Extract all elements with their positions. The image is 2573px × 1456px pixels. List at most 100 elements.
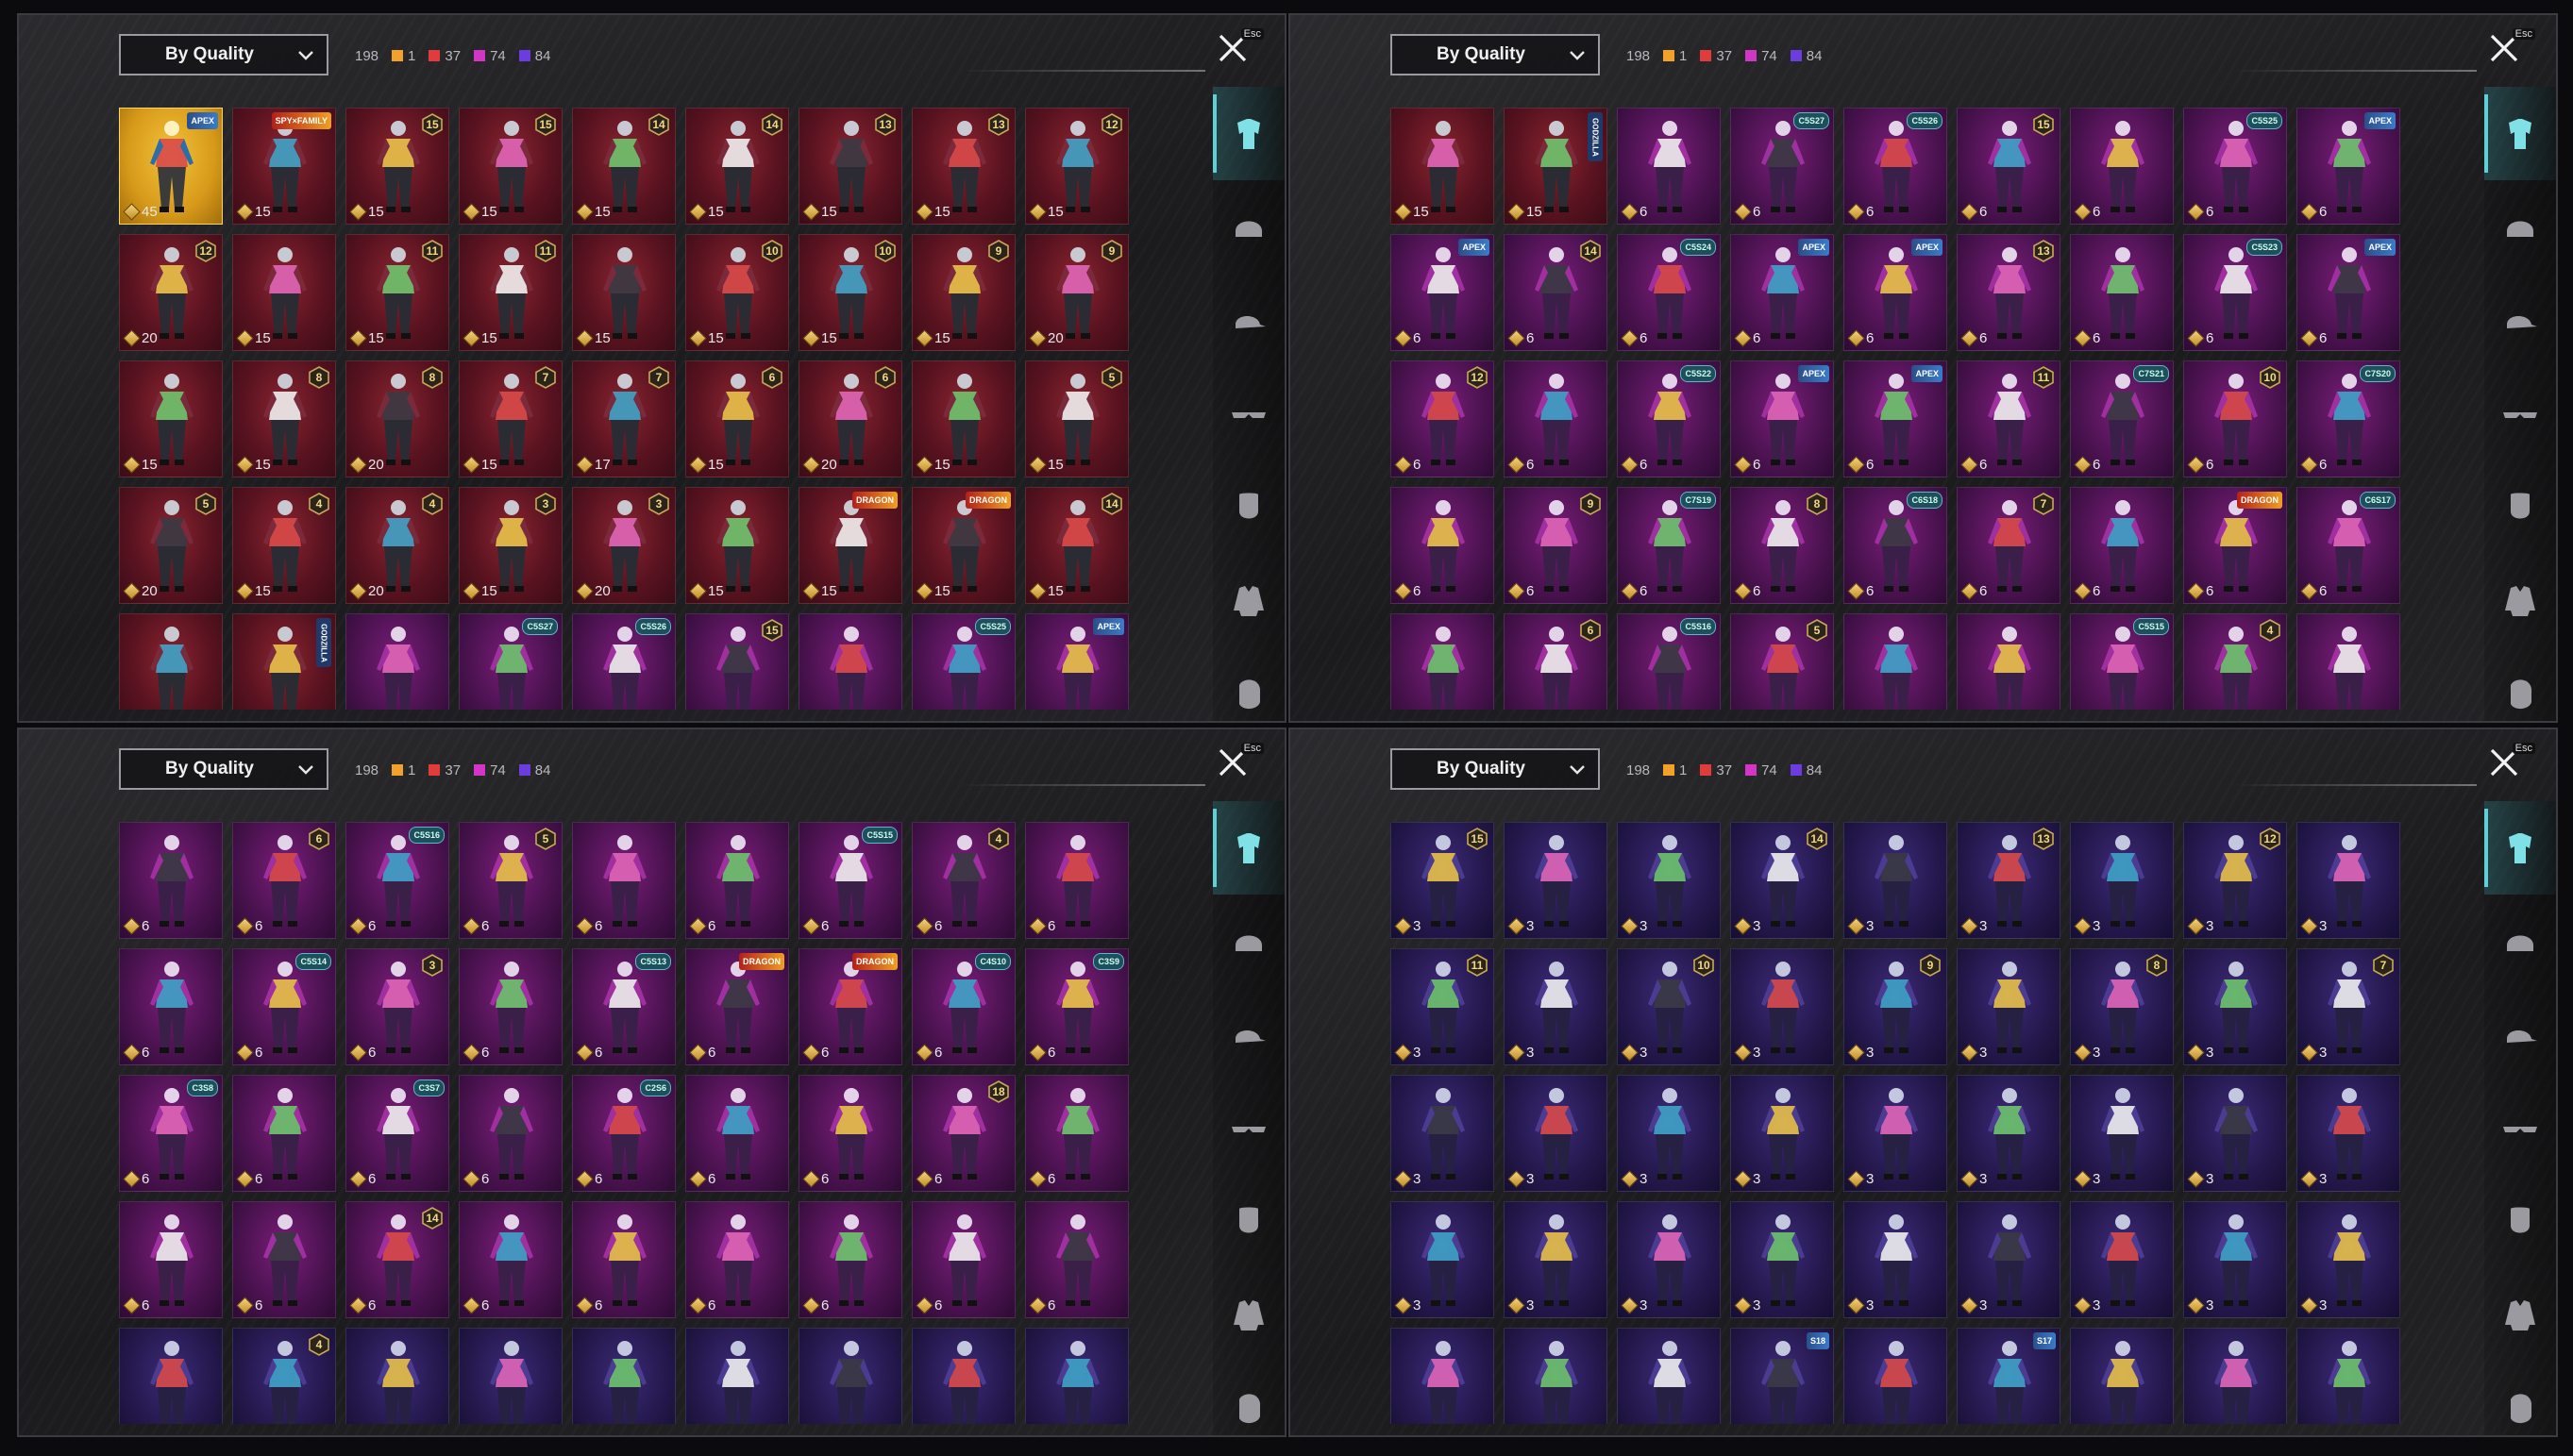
outfit-tile[interactable]: 15 3 bbox=[1390, 822, 1494, 939]
category-face[interactable] bbox=[2484, 647, 2556, 721]
outfit-tile[interactable] bbox=[1957, 613, 2060, 710]
category-outfit[interactable] bbox=[2484, 87, 2556, 180]
outfit-tile[interactable]: C7S20 6 bbox=[2296, 360, 2400, 477]
outfit-tile[interactable]: GODZILLA 15 bbox=[1504, 108, 1607, 225]
outfit-tile[interactable]: 76 bbox=[1957, 487, 2060, 604]
outfit-tile[interactable]: 13 3 bbox=[1957, 822, 2060, 939]
outfit-tile[interactable]: 6 bbox=[685, 1075, 789, 1192]
category-helmet[interactable] bbox=[2484, 895, 2556, 988]
outfit-tile[interactable]: 15 bbox=[119, 360, 223, 477]
outfit-tile[interactable]: 6 bbox=[912, 1201, 1016, 1318]
outfit-tile[interactable]: C5S22 6 bbox=[1617, 360, 1721, 477]
outfit-tile[interactable]: C6S17 6 bbox=[2296, 487, 2400, 604]
outfit-tile[interactable]: 12 3 bbox=[2183, 822, 2287, 939]
outfit-tile[interactable]: 6 bbox=[1504, 613, 1607, 710]
outfit-tile[interactable] bbox=[345, 1328, 449, 1424]
outfit-tile[interactable]: 3 15 bbox=[459, 487, 563, 604]
outfit-tile[interactable]: C5S16 6 bbox=[345, 822, 449, 939]
outfit-tile[interactable]: 6 bbox=[2070, 487, 2174, 604]
outfit-tile[interactable]: 3 bbox=[1957, 1075, 2060, 1192]
outfit-tile[interactable]: 9 20 bbox=[1025, 234, 1129, 351]
outfit-tile[interactable]: 15 bbox=[685, 613, 789, 710]
category-mask[interactable] bbox=[1213, 1175, 1285, 1268]
outfit-tile[interactable]: 3 bbox=[1843, 1075, 1947, 1192]
category-face[interactable] bbox=[1213, 647, 1285, 721]
category-helmet[interactable] bbox=[2484, 180, 2556, 274]
outfit-tile[interactable]: 3 bbox=[1730, 948, 1834, 1065]
outfit-tile[interactable]: 18 6 bbox=[912, 1075, 1016, 1192]
outfit-tile[interactable]: 6 bbox=[459, 1201, 563, 1318]
outfit-tile[interactable] bbox=[1504, 1328, 1607, 1424]
outfit-tile[interactable]: 6 bbox=[119, 1201, 223, 1318]
outfit-tile[interactable]: 6 20 bbox=[799, 360, 902, 477]
outfit-tile[interactable]: 86 bbox=[1730, 487, 1834, 604]
outfit-tile[interactable]: C3S9 6 bbox=[1025, 948, 1129, 1065]
outfit-tile[interactable]: 93 bbox=[1843, 948, 1947, 1065]
outfit-tile[interactable]: 6 15 bbox=[685, 360, 789, 477]
outfit-tile[interactable]: 6 bbox=[459, 1075, 563, 1192]
outfit-tile[interactable]: APEX bbox=[1025, 613, 1129, 710]
outfit-tile[interactable]: 83 bbox=[2070, 948, 2174, 1065]
outfit-tile[interactable]: APEX 6 bbox=[1390, 234, 1494, 351]
category-glasses[interactable] bbox=[1213, 367, 1285, 460]
outfit-tile[interactable]: 6 bbox=[572, 822, 676, 939]
outfit-tile[interactable]: C7S19 6 bbox=[1617, 487, 1721, 604]
outfit-tile[interactable]: C4S10 6 bbox=[912, 948, 1016, 1065]
outfit-tile[interactable]: 3 bbox=[2183, 948, 2287, 1065]
category-outfit[interactable] bbox=[1213, 87, 1285, 180]
close-button[interactable]: Esc bbox=[2488, 743, 2535, 784]
outfit-tile[interactable]: 7 15 bbox=[459, 360, 563, 477]
outfit-tile[interactable]: C5S16 bbox=[1617, 613, 1721, 710]
outfit-tile[interactable] bbox=[2183, 1328, 2287, 1424]
outfit-tile[interactable]: 3 bbox=[2296, 1201, 2400, 1318]
outfit-tile[interactable] bbox=[2296, 613, 2400, 710]
outfit-tile[interactable]: 13 15 bbox=[799, 108, 902, 225]
outfit-tile[interactable]: 73 bbox=[2296, 948, 2400, 1065]
outfit-tile[interactable] bbox=[1617, 1328, 1721, 1424]
outfit-tile[interactable]: 12 6 bbox=[1390, 360, 1494, 477]
outfit-tile[interactable]: C3S8 6 bbox=[119, 1075, 223, 1192]
outfit-tile[interactable]: C3S7 6 bbox=[345, 1075, 449, 1192]
outfit-tile[interactable]: 6 bbox=[1025, 1201, 1129, 1318]
outfit-tile[interactable]: 3 bbox=[2183, 1201, 2287, 1318]
category-glasses[interactable] bbox=[2484, 367, 2556, 460]
outfit-tile[interactable]: 10 3 bbox=[1617, 948, 1721, 1065]
outfit-tile[interactable]: 3 bbox=[1390, 1201, 1494, 1318]
outfit-tile[interactable] bbox=[1025, 1328, 1129, 1424]
sort-dropdown[interactable]: By Quality bbox=[119, 34, 328, 75]
category-mask[interactable] bbox=[2484, 1175, 2556, 1268]
outfit-tile[interactable]: C5S23 6 bbox=[2183, 234, 2287, 351]
outfit-tile[interactable]: 13 6 bbox=[1957, 234, 2060, 351]
outfit-tile[interactable]: C5S13 6 bbox=[572, 948, 676, 1065]
outfit-tile[interactable]: 10 15 bbox=[685, 234, 789, 351]
outfit-tile[interactable]: 14 15 bbox=[685, 108, 789, 225]
outfit-tile[interactable]: C7S21 6 bbox=[2070, 360, 2174, 477]
outfit-tile[interactable] bbox=[799, 613, 902, 710]
outfit-tile[interactable]: 11 3 bbox=[1390, 948, 1494, 1065]
outfit-tile[interactable]: 6 bbox=[1504, 360, 1607, 477]
outfit-tile[interactable]: 3 bbox=[1730, 1075, 1834, 1192]
outfit-tile[interactable]: 12 15 bbox=[1025, 108, 1129, 225]
outfit-tile[interactable]: C5S27 6 bbox=[1730, 108, 1834, 225]
outfit-tile[interactable]: 13 15 bbox=[912, 108, 1016, 225]
outfit-tile[interactable]: SPY×FAMILY 15 bbox=[232, 108, 336, 225]
outfit-tile[interactable]: 11 15 bbox=[459, 234, 563, 351]
outfit-tile[interactable]: C6S18 6 bbox=[1843, 487, 1947, 604]
outfit-tile[interactable]: 8 15 bbox=[232, 360, 336, 477]
outfit-tile[interactable]: 36 bbox=[345, 948, 449, 1065]
category-helmet[interactable] bbox=[1213, 180, 1285, 274]
outfit-tile[interactable] bbox=[912, 1328, 1016, 1424]
outfit-tile[interactable]: DRAGON 6 bbox=[799, 948, 902, 1065]
category-glasses[interactable] bbox=[1213, 1081, 1285, 1175]
outfit-tile[interactable]: 15 bbox=[912, 360, 1016, 477]
outfit-tile[interactable]: 15 6 bbox=[1957, 108, 2060, 225]
close-button[interactable]: Esc bbox=[1217, 743, 1264, 784]
outfit-tile[interactable] bbox=[459, 1328, 563, 1424]
category-jacket[interactable] bbox=[2484, 554, 2556, 647]
outfit-tile[interactable]: DRAGON 15 bbox=[912, 487, 1016, 604]
outfit-tile[interactable] bbox=[345, 613, 449, 710]
sort-dropdown[interactable]: By Quality bbox=[1390, 34, 1600, 75]
outfit-tile[interactable]: 5 20 bbox=[119, 487, 223, 604]
outfit-tile[interactable] bbox=[2070, 1328, 2174, 1424]
outfit-tile[interactable]: 6 bbox=[459, 948, 563, 1065]
